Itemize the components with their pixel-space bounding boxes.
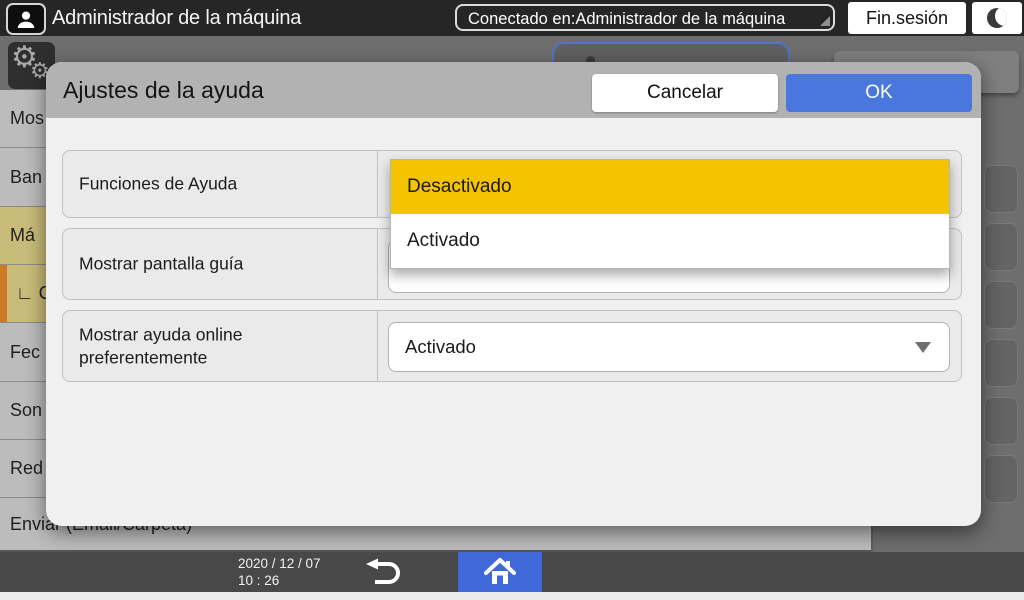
screen-bottom-strip <box>0 592 1024 600</box>
cancel-button[interactable]: Cancelar <box>592 74 778 112</box>
machine-touch-screen: ⚙ ⚙ Mos Ban Má ∟ C Fec Son Red Enviar (E… <box>0 0 1024 600</box>
top-status-bar: Administrador de la máquina Conectado en… <box>0 0 1024 36</box>
help-settings-dialog: Ajustes de la ayuda Cancelar OK Funcione… <box>46 62 981 526</box>
dropdown-option-activado[interactable]: Activado <box>391 214 949 268</box>
bottom-nav-bar: 2020 / 12 / 07 10 : 26 <box>0 552 1024 592</box>
user-icon <box>6 3 46 35</box>
person-bust-icon <box>17 11 35 28</box>
corner-triangle-icon <box>820 16 830 26</box>
logout-button[interactable]: Fin.sesión <box>848 2 966 34</box>
background-scrollbar[interactable] <box>984 165 1018 513</box>
dialog-title: Ajustes de la ayuda <box>63 77 264 103</box>
dialog-header: Ajustes de la ayuda Cancelar OK <box>46 62 981 118</box>
dropdown-option-desactivado[interactable]: Desactivado <box>391 160 949 214</box>
chevron-down-icon <box>915 342 931 353</box>
undo-arrow-icon <box>366 558 400 584</box>
date-time-display: 2020 / 12 / 07 10 : 26 <box>238 556 321 588</box>
online-help-select[interactable]: Activado <box>388 322 950 372</box>
logged-in-user-name: Administrador de la máquina <box>52 7 302 29</box>
session-status-dropdown[interactable]: Conectado en:Administrador de la máquina <box>455 4 835 31</box>
crescent-moon-icon <box>987 8 1007 28</box>
home-button[interactable] <box>458 552 542 592</box>
help-functions-open-dropdown: Desactivado Activado <box>390 159 950 269</box>
ok-button[interactable]: OK <box>786 74 972 112</box>
home-icon <box>484 558 516 584</box>
active-submenu-marker <box>0 265 7 322</box>
dark-mode-button[interactable] <box>972 2 1022 34</box>
back-button[interactable] <box>360 557 408 587</box>
